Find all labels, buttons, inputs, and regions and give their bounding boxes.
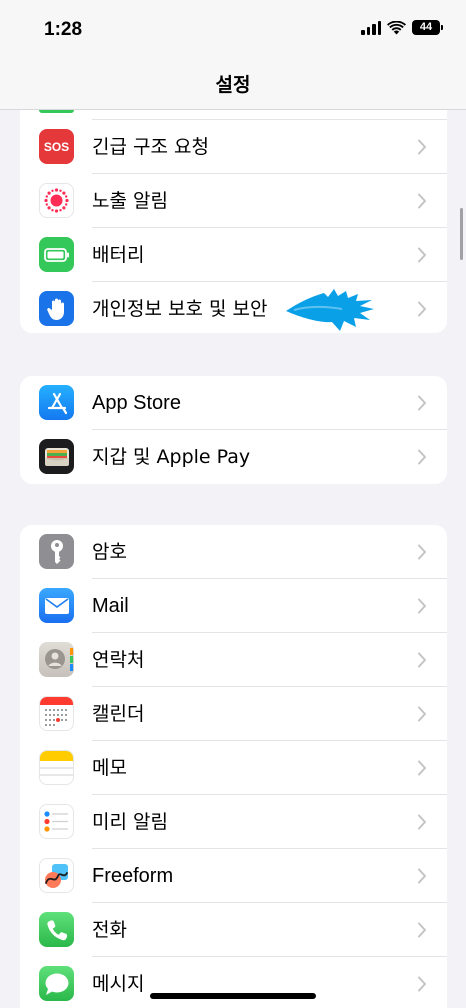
status-bar: 1:28 44 [0, 0, 466, 60]
wallet-icon [39, 439, 74, 474]
chevron-right-icon [418, 544, 426, 560]
chevron-right-icon [418, 449, 426, 465]
settings-row-label: 메모 [92, 757, 127, 779]
settings-group-apps: 암호 Mail 연락처 캘린더 메모 미리 알림 Freeform 전화 메시지 [20, 525, 447, 1008]
chevron-right-icon [418, 652, 426, 668]
settings-row-label: 배터리 [92, 244, 145, 266]
messages-icon [39, 966, 74, 1001]
settings-row-wallet[interactable]: 지갑 및 Apple Pay [20, 430, 447, 484]
settings-row-label: 개인정보 보호 및 보안 [92, 298, 268, 320]
exposure-notification-icon [39, 183, 74, 218]
settings-row-notes[interactable]: 메모 [20, 741, 447, 795]
app-store-icon [39, 385, 74, 420]
settings-row-emergency-sos[interactable]: SOS 긴급 구조 요청 [20, 120, 447, 174]
key-icon [39, 534, 74, 569]
navigation-bar: 설정 [0, 60, 466, 110]
settings-row-label: 노출 알림 [92, 190, 168, 212]
scrolled-row-icon-remnant [39, 110, 74, 113]
battery-icon [39, 237, 74, 272]
settings-row-mail[interactable]: Mail [20, 579, 447, 633]
settings-row-label: 전화 [92, 919, 127, 941]
settings-row-label: Freeform [92, 865, 174, 887]
home-indicator[interactable] [150, 993, 316, 999]
scrollbar[interactable] [460, 208, 463, 260]
phone-icon [39, 912, 74, 947]
settings-row-label: 지갑 및 Apple Pay [92, 446, 251, 468]
settings-row-exposure-notifications[interactable]: 노출 알림 [20, 174, 447, 228]
status-icons: 44 [361, 20, 443, 35]
chevron-right-icon [418, 922, 426, 938]
calendar-icon [39, 696, 74, 731]
settings-row-freeform[interactable]: Freeform [20, 849, 447, 903]
chevron-right-icon [418, 598, 426, 614]
settings-row-label: 캘린더 [92, 703, 145, 725]
settings-row-label: App Store [92, 392, 181, 414]
settings-row-app-store[interactable]: App Store [20, 376, 447, 430]
settings-group-system: SOS 긴급 구조 요청 노출 알림 배터리 개인정보 보호 및 보안 [20, 110, 447, 333]
cellular-signal-icon [361, 20, 381, 35]
sos-icon: SOS [39, 129, 74, 164]
chevron-right-icon [418, 139, 426, 155]
wifi-icon [387, 20, 406, 34]
settings-row-calendar[interactable]: 캘린더 [20, 687, 447, 741]
settings-row-contacts[interactable]: 연락처 [20, 633, 447, 687]
settings-row-label: 미리 알림 [92, 811, 168, 833]
settings-row-label: 메시지 [92, 973, 145, 995]
chevron-right-icon [418, 193, 426, 209]
notes-icon [39, 750, 74, 785]
battery-level-icon: 44 [412, 20, 443, 35]
settings-row-reminders[interactable]: 미리 알림 [20, 795, 447, 849]
freeform-icon [39, 858, 74, 893]
chevron-right-icon [418, 706, 426, 722]
settings-row-passwords[interactable]: 암호 [20, 525, 447, 579]
contacts-icon [39, 642, 74, 677]
settings-row-label: Mail [92, 595, 129, 617]
status-time: 1:28 [44, 19, 83, 40]
reminders-icon [39, 804, 74, 839]
chevron-right-icon [418, 247, 426, 263]
annotation-arrow-icon [286, 289, 374, 331]
hand-icon [39, 291, 74, 326]
page-title: 설정 [215, 74, 251, 96]
settings-row-privacy-security[interactable]: 개인정보 보호 및 보안 [20, 282, 447, 333]
chevron-right-icon [418, 976, 426, 992]
chevron-right-icon [418, 814, 426, 830]
chevron-right-icon [418, 868, 426, 884]
settings-group-store: App Store 지갑 및 Apple Pay [20, 376, 447, 484]
settings-row-label: 암호 [92, 541, 127, 563]
settings-row-label: 연락처 [92, 649, 145, 671]
settings-row-messages[interactable]: 메시지 [20, 957, 447, 1008]
chevron-right-icon [418, 395, 426, 411]
settings-row-label: 긴급 구조 요청 [92, 136, 209, 158]
chevron-right-icon [418, 760, 426, 776]
settings-row-phone[interactable]: 전화 [20, 903, 447, 957]
mail-icon [39, 588, 74, 623]
chevron-right-icon [418, 301, 426, 317]
settings-row-battery[interactable]: 배터리 [20, 228, 447, 282]
